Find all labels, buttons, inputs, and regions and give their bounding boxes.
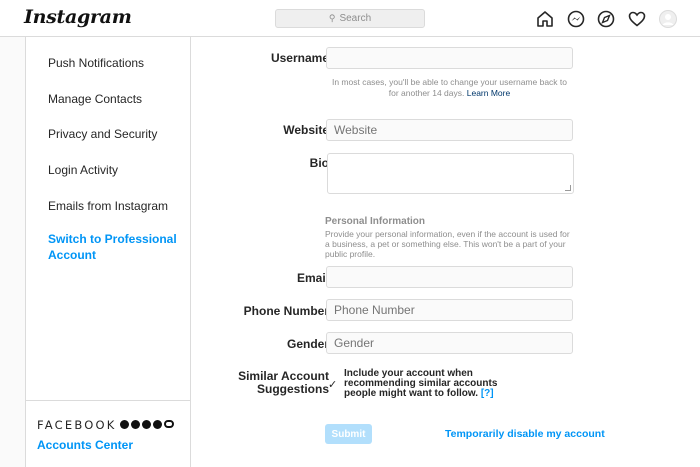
form-labels: Username Website Bio Email Phone Number … xyxy=(216,37,329,467)
sidebar-item-login-activity[interactable]: Login Activity xyxy=(48,162,118,178)
personal-info-description: Provide your personal information, even … xyxy=(325,229,570,259)
facebook-accounts-block: FACEBOOK Accounts Center xyxy=(26,400,191,467)
phone-label: Phone Number xyxy=(243,304,329,318)
email-label: Email xyxy=(296,271,329,285)
search-input[interactable]: ⚲ Search xyxy=(275,9,425,28)
gender-field[interactable] xyxy=(326,332,573,354)
similar-suggestions-label: Similar Account Suggestions xyxy=(238,369,329,396)
facebook-icon xyxy=(120,420,129,429)
sidebar-item-emails[interactable]: Emails from Instagram xyxy=(48,198,168,214)
sidebar-item-manage-contacts[interactable]: Manage Contacts xyxy=(48,91,142,107)
top-nav: Instagram ⚲ Search xyxy=(0,0,700,37)
username-help-text: In most cases, you'll be able to change … xyxy=(326,77,573,99)
sidebar-item-switch-professional[interactable]: Switch to Professional Account xyxy=(48,231,183,263)
meta-apps-icons xyxy=(120,420,174,429)
website-label: Website xyxy=(283,123,329,137)
temporarily-disable-link[interactable]: Temporarily disable my account xyxy=(445,428,605,440)
settings-card: Push Notifications Manage Contacts Priva… xyxy=(25,37,700,467)
instagram-icon xyxy=(142,420,151,429)
personal-info-title: Personal Information xyxy=(325,216,426,227)
gender-label: Gender xyxy=(286,337,329,351)
email-field[interactable] xyxy=(326,266,573,288)
messenger-icon[interactable] xyxy=(566,9,586,29)
resize-grip-icon[interactable] xyxy=(565,185,571,191)
oculus-icon xyxy=(164,420,174,428)
avatar[interactable] xyxy=(658,9,678,29)
facebook-wordmark: FACEBOOK xyxy=(37,418,117,432)
settings-sidebar: Push Notifications Manage Contacts Priva… xyxy=(26,37,191,467)
bio-field[interactable] xyxy=(327,153,574,194)
submit-button[interactable]: Submit xyxy=(325,424,372,444)
similar-suggestions-copy: Include your account when recommending s… xyxy=(344,368,498,399)
sidebar-item-push-notifications[interactable]: Push Notifications xyxy=(48,55,144,71)
explore-icon[interactable] xyxy=(596,9,616,29)
sidebar-item-privacy-security[interactable]: Privacy and Security xyxy=(48,126,157,142)
username-label: Username xyxy=(270,51,329,65)
search-placeholder: Search xyxy=(339,13,372,24)
heart-icon[interactable] xyxy=(627,9,647,29)
messenger-icon xyxy=(131,420,140,429)
help-link[interactable]: [?] xyxy=(481,388,494,399)
home-icon[interactable] xyxy=(535,9,555,29)
username-field[interactable] xyxy=(326,47,573,69)
instagram-logo[interactable]: Instagram xyxy=(24,6,132,28)
website-field[interactable] xyxy=(326,119,573,141)
username-help-copy: In most cases, you'll be able to change … xyxy=(331,77,568,98)
similar-suggestions-checkbox[interactable]: ✓ xyxy=(328,378,337,391)
search-icon: ⚲ xyxy=(328,13,336,23)
whatsapp-icon xyxy=(153,420,162,429)
learn-more-link[interactable]: Learn More xyxy=(467,88,510,98)
accounts-center-link[interactable]: Accounts Center xyxy=(37,438,133,452)
similar-suggestions-text: Include your account when recommending s… xyxy=(344,369,509,399)
phone-field[interactable] xyxy=(326,299,573,321)
